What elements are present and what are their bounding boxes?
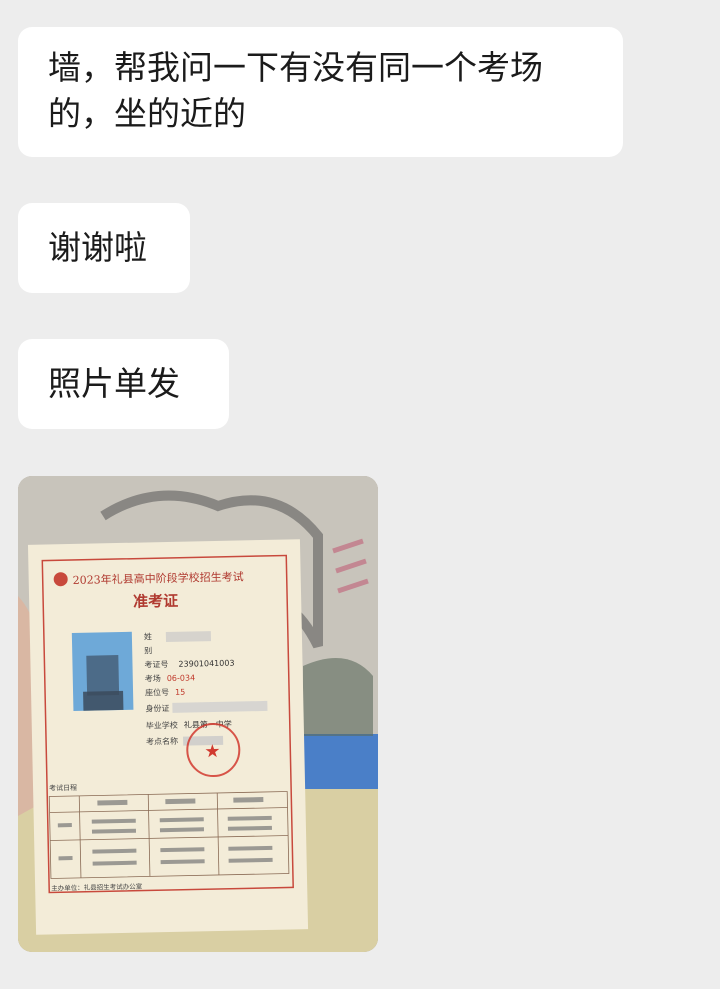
svg-text:★: ★: [204, 741, 221, 762]
field-label: 身份证: [145, 703, 169, 714]
message-bubble-3[interactable]: 照片单发: [18, 339, 229, 429]
field-label: 座位号: [145, 687, 169, 698]
field-value: 15: [175, 688, 185, 697]
blue-box: [298, 734, 378, 789]
ticket-title: 准考证: [133, 592, 178, 611]
admission-ticket-photo: 2023年礼县高中阶段学校招生考试 准考证 姓 别 考证号 2390104100…: [18, 476, 378, 952]
field-label: 考点名称: [146, 736, 178, 747]
field-value: 06-034: [167, 673, 196, 683]
photo-message[interactable]: 2023年礼县高中阶段学校招生考试 准考证 姓 别 考证号 2390104100…: [18, 476, 378, 952]
field-value: 23901041003: [178, 659, 234, 669]
field-label: 别: [144, 646, 152, 655]
message-text: 谢谢啦: [48, 228, 147, 267]
message-text: 照片单发: [48, 364, 180, 403]
message-text: 墙，帮我问一下有没有同一个考场的，坐的近的: [48, 48, 543, 133]
field-label: 姓: [144, 631, 152, 641]
message-bubble-2[interactable]: 谢谢啦: [18, 203, 190, 293]
message-bubble-1[interactable]: 墙，帮我问一下有没有同一个考场的，坐的近的: [18, 27, 623, 157]
field-label: 考场: [145, 674, 161, 683]
schedule-label: 考试日程: [49, 783, 77, 793]
field-label: 考证号: [144, 660, 168, 670]
field-label: 毕业学校: [146, 720, 178, 731]
